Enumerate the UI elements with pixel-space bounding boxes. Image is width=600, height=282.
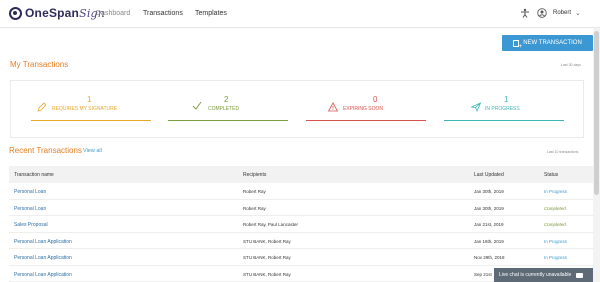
- new-document-icon: [513, 39, 522, 50]
- transaction-name[interactable]: Personal Loan: [14, 206, 46, 212]
- transaction-last-updated: Jan 16th, 2019: [474, 238, 504, 244]
- table-row[interactable]: Personal Loan Application STU BANK, Robe…: [9, 249, 593, 266]
- stat-underline: [444, 120, 564, 121]
- recent-transactions-range: Last 10 transactions: [547, 150, 579, 154]
- chat-bubble-icon: [576, 272, 584, 278]
- stat-label: EXPIRING SOON: [343, 106, 384, 112]
- logo-text: OneSpanSign: [25, 6, 106, 20]
- table-row[interactable]: Personal Loan Application STU BANK, Robe…: [9, 233, 593, 249]
- pen-icon: [37, 102, 47, 112]
- live-chat-widget[interactable]: Live chat is currently unavailable: [494, 268, 593, 282]
- accessibility-icon[interactable]: [520, 8, 530, 18]
- stat-label: COMPLETED: [208, 106, 240, 112]
- live-chat-label: Live chat is currently unavailable: [499, 272, 572, 278]
- stat-count: 1: [504, 95, 509, 104]
- transaction-recipients: Robert Ray: [243, 205, 266, 211]
- chevron-down-icon[interactable]: ⌄: [575, 9, 581, 17]
- stat-completed[interactable]: 2 COMPLETED: [168, 95, 288, 121]
- transaction-status: In Progress: [544, 255, 568, 260]
- table-row[interactable]: Personal Loan Robert Ray Jan 30th, 2019 …: [9, 183, 593, 200]
- stat-label: REQUIRES MY SIGNATURE: [52, 106, 118, 112]
- column-header-name[interactable]: Transaction name: [14, 172, 54, 178]
- transaction-last-updated: Jan 30th, 2019: [474, 205, 504, 211]
- stat-underline: [306, 120, 426, 121]
- transaction-status: In Progress: [544, 189, 568, 194]
- page-scrollbar[interactable]: [593, 28, 600, 282]
- table-header: Transaction name Recipients Last Updated…: [9, 166, 593, 183]
- scrollbar-thumb[interactable]: [594, 31, 599, 195]
- stat-count: 0: [373, 95, 378, 104]
- transaction-status: Completed: [544, 222, 566, 227]
- transaction-last-updated: Sep 21st: [474, 271, 492, 277]
- user-name[interactable]: Robert: [553, 10, 571, 16]
- transaction-last-updated: Nov 29th, 2018: [474, 255, 505, 260]
- column-header-last-updated[interactable]: Last Updated: [474, 172, 504, 178]
- onespan-logo-icon: [9, 6, 22, 20]
- my-transactions-title: My Transactions: [10, 60, 69, 69]
- onespan-sign-logo[interactable]: OneSpanSign: [9, 6, 105, 20]
- nav-transactions[interactable]: Transactions: [143, 10, 183, 17]
- nav-templates[interactable]: Templates: [195, 10, 227, 17]
- transaction-recipients: STU BANK, Robert Ray: [243, 238, 291, 244]
- column-header-status[interactable]: Status: [544, 172, 558, 178]
- recent-transactions-table: Transaction name Recipients Last Updated…: [9, 166, 593, 282]
- transaction-recipients: Robert Ray, Paul Lancaster: [243, 222, 298, 227]
- user-avatar-icon[interactable]: [537, 8, 547, 18]
- send-icon: [471, 102, 481, 112]
- transaction-status: Completed: [544, 205, 566, 211]
- transaction-status: In Progress: [544, 238, 568, 244]
- stat-count: 2: [224, 95, 229, 104]
- stat-in-progress[interactable]: 1 IN PROGRESS: [444, 95, 564, 121]
- transaction-summary-card: 1 REQUIRES MY SIGNATURE 2 COMPLETED 0 EX…: [10, 80, 584, 138]
- column-header-recipients[interactable]: Recipients: [243, 172, 266, 178]
- stat-expiring-soon[interactable]: 0 EXPIRING SOON: [306, 95, 426, 121]
- transaction-last-updated: Jan 30th, 2019: [474, 189, 504, 194]
- stat-label: IN PROGRESS: [485, 106, 520, 112]
- warning-icon: [328, 102, 338, 112]
- transaction-recipients: STU BANK, Robert Ray: [243, 255, 291, 260]
- transaction-name[interactable]: Personal Loan Application: [14, 255, 72, 261]
- transaction-recipients: STU BANK, Robert Ray: [243, 271, 291, 277]
- transaction-name[interactable]: Personal Loan Application: [14, 272, 72, 278]
- table-row[interactable]: Sales Proposal Robert Ray, Paul Lancaste…: [9, 216, 593, 233]
- view-all-link[interactable]: View all: [83, 148, 102, 154]
- my-transactions-range: Last 30 days: [561, 63, 581, 67]
- stat-underline: [31, 120, 151, 121]
- transaction-recipients: Robert Ray: [243, 189, 266, 194]
- stat-count: 1: [87, 95, 92, 104]
- recent-transactions-title: Recent Transactions: [9, 146, 82, 155]
- check-icon: [192, 101, 202, 110]
- nav-dashboard[interactable]: Dashboard: [96, 10, 130, 17]
- transaction-last-updated: Jan 21st, 2019: [474, 222, 504, 227]
- transaction-name[interactable]: Personal Loan: [14, 189, 46, 195]
- new-transaction-button[interactable]: NEW TRANSACTION: [502, 35, 593, 51]
- table-row[interactable]: Personal Loan Robert Ray Jan 30th, 2019 …: [9, 200, 593, 216]
- new-transaction-label: NEW TRANSACTION: [523, 40, 582, 46]
- stat-requires-signature[interactable]: 1 REQUIRES MY SIGNATURE: [31, 95, 151, 121]
- stat-underline: [168, 120, 288, 121]
- top-navigation-bar: OneSpanSign Dashboard Transactions Templ…: [0, 0, 600, 28]
- transaction-name[interactable]: Personal Loan Application: [14, 239, 72, 245]
- transaction-name[interactable]: Sales Proposal: [14, 222, 48, 228]
